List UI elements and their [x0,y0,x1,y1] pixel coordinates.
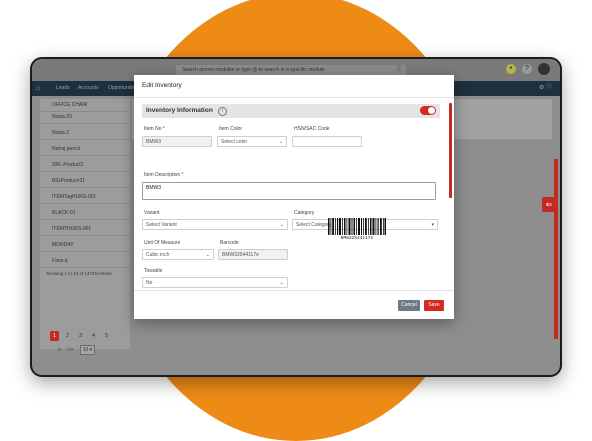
top-icons: • ? [506,63,550,75]
item-color-select[interactable]: Select color ⌄ [217,136,287,147]
next-page-icon[interactable]: > [58,347,61,353]
toggle-knob [428,107,435,114]
nav-item-accounts[interactable]: Accounts [78,81,99,96]
chevron-down-icon: ⌄ [205,252,210,258]
item-color-value: Select color [221,139,248,145]
bell-icon[interactable]: • [506,64,516,74]
item-description-label-text: Item Description [144,172,181,178]
cancel-button[interactable]: Cancel [398,300,420,311]
modal-body: Inventory Information i Item No * BMW3 I… [134,98,454,288]
barcode-bars [328,218,386,235]
item-description-textarea[interactable]: BMW3 [142,182,436,200]
caret-down-icon: ▾ [431,222,434,228]
list-item[interactable]: BIGProduct-01 [40,175,130,188]
barcode-label: Barcode [220,240,239,246]
home-icon[interactable]: ⌂ [36,81,40,96]
towable-label: Towable [144,268,163,274]
pagination: 1 2 3 4 5 [50,331,111,341]
per-page-value: 10 [82,347,89,353]
per-page-select[interactable]: 10 ▾ [79,345,96,355]
unit-of-measure-label: Unit Of Measure [144,240,181,246]
item-no-label-text: Item No [144,126,162,132]
hsn-label: HSN/SAC Code [294,126,330,132]
item-no-field[interactable]: BMW3 [142,136,212,147]
list-item[interactable]: SRL-Product1 [40,159,130,172]
chevron-down-icon: ⌄ [279,222,284,228]
page-button-3[interactable]: 3 [76,331,85,341]
section-toggle[interactable] [420,106,436,115]
page-button-4[interactable]: 4 [89,331,98,341]
variant-label: Variant [144,210,160,216]
search-placeholder: Search across modules or type @ to searc… [182,67,325,73]
item-description-label: Item Description * [144,172,183,178]
list-item[interactable]: Natraj pencil [40,143,130,156]
list-item[interactable]: Nokia 2 [40,127,130,140]
help-icon[interactable]: ? [522,64,532,74]
collapse-arrow-icon[interactable]: ⇐ [542,197,556,212]
barcode-value: BMW32544117e [222,252,259,258]
list-item[interactable]: ITEMTHURS-001 [40,223,130,236]
item-no-label: Item No * [144,126,165,132]
nav-item-leads[interactable]: Leads [56,81,70,96]
list-item[interactable]: ITEMTagHURS-001 [40,191,130,204]
inventory-list-panel: OFFICE CHAIR Nokia 20 Nokia 2 Natraj pen… [40,99,130,355]
barcode-caption: BMW32544117e [340,236,374,241]
avatar[interactable] [538,63,550,75]
barcode-field[interactable]: BMW32544117e [218,249,288,260]
info-icon[interactable]: i [218,107,227,116]
pager-info: Showing 1 to 10 of 14729 entries [46,271,112,276]
page-button-2[interactable]: 2 [63,331,72,341]
item-no-value: BMW3 [146,139,161,145]
modal-scrollbar[interactable] [449,103,452,198]
last-page-icon[interactable]: >> [67,347,73,353]
pagination-controls: > >> 10 ▾ [58,345,96,355]
barcode-image: BMW32544117e [324,218,390,244]
modal-header: Edit Inventory [134,75,454,98]
hsn-field[interactable] [292,136,362,147]
category-label: Category [294,210,315,216]
required-marker: * [162,126,165,132]
modal-footer: Cancel Save [134,290,454,319]
chevron-down-icon: ⌄ [279,280,284,286]
item-color-label: Item Color [219,126,243,132]
unit-of-measure-value: Cubic inch [146,252,170,258]
item-description-value: BMW3 [146,185,161,191]
list-item[interactable]: MONDAY [40,239,130,252]
list-item[interactable]: Nokia 20 [40,111,130,124]
towable-value: No [146,280,153,286]
modal-title: Edit Inventory [142,82,182,89]
page-button-1[interactable]: 1 [50,331,59,341]
unit-of-measure-select[interactable]: Cubic inch ⌄ [142,249,214,260]
variant-select[interactable]: Select Variant ⌄ [142,219,288,230]
save-button[interactable]: Save [424,300,444,311]
edit-inventory-modal: Edit Inventory Inventory Information i I… [134,75,454,319]
variant-value: Select Variant [146,222,177,228]
nav-settings-icon[interactable]: ⚙ ⓘ [539,81,552,96]
section-title: Inventory Information [146,107,213,114]
list-item[interactable]: BLACK-01 [40,207,130,220]
list-item[interactable]: Fans-q [40,255,130,268]
chevron-down-icon: ⌄ [278,139,283,145]
page-button-5[interactable]: 5 [102,331,111,341]
towable-select[interactable]: No ⌄ [142,277,288,288]
required-marker: * [181,172,184,178]
side-accent-bar [554,159,558,339]
section-header: Inventory Information i [142,104,440,118]
